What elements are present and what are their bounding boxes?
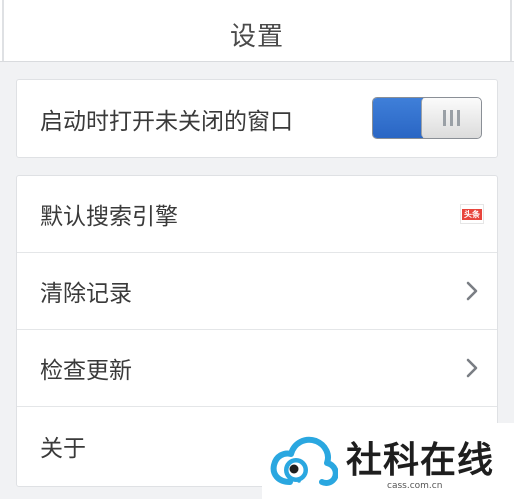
title-bar: 设置 bbox=[0, 0, 514, 62]
toutiao-badge-text: 头条 bbox=[462, 208, 482, 220]
chevron-right-icon bbox=[466, 358, 478, 378]
clear-history-label: 清除记录 bbox=[40, 281, 132, 307]
watermark-brand-name: 社科在线 bbox=[346, 439, 495, 481]
knob-grip-line bbox=[457, 110, 460, 126]
site-watermark: 社科在线 cass.com.cn bbox=[262, 423, 514, 499]
knob-grip-line bbox=[450, 110, 453, 126]
toggle-track-on bbox=[373, 98, 423, 138]
setting-row-restore-windows: 启动时打开未关闭的窗口 bbox=[17, 80, 497, 157]
startup-settings-card: 启动时打开未关闭的窗口 bbox=[16, 79, 498, 158]
setting-row-clear-history[interactable]: 清除记录 bbox=[17, 253, 497, 330]
chevron-right-icon bbox=[466, 281, 478, 301]
default-search-engine-label: 默认搜索引擎 bbox=[40, 204, 178, 230]
restore-windows-toggle[interactable] bbox=[372, 97, 482, 139]
setting-row-check-update[interactable]: 检查更新 bbox=[17, 330, 497, 407]
toutiao-news-icon: 头条 bbox=[460, 204, 484, 224]
toggle-knob bbox=[421, 98, 481, 138]
cloud-eye-logo-icon bbox=[270, 436, 338, 486]
knob-grip-line bbox=[443, 110, 446, 126]
setting-row-default-search-engine[interactable]: 默认搜索引擎 头条 bbox=[17, 176, 497, 253]
about-label: 关于 bbox=[40, 435, 86, 462]
restore-windows-label: 启动时打开未关闭的窗口 bbox=[40, 108, 293, 135]
watermark-domain: cass.com.cn bbox=[387, 481, 443, 491]
check-update-label: 检查更新 bbox=[40, 358, 132, 384]
page-title: 设置 bbox=[229, 22, 284, 52]
